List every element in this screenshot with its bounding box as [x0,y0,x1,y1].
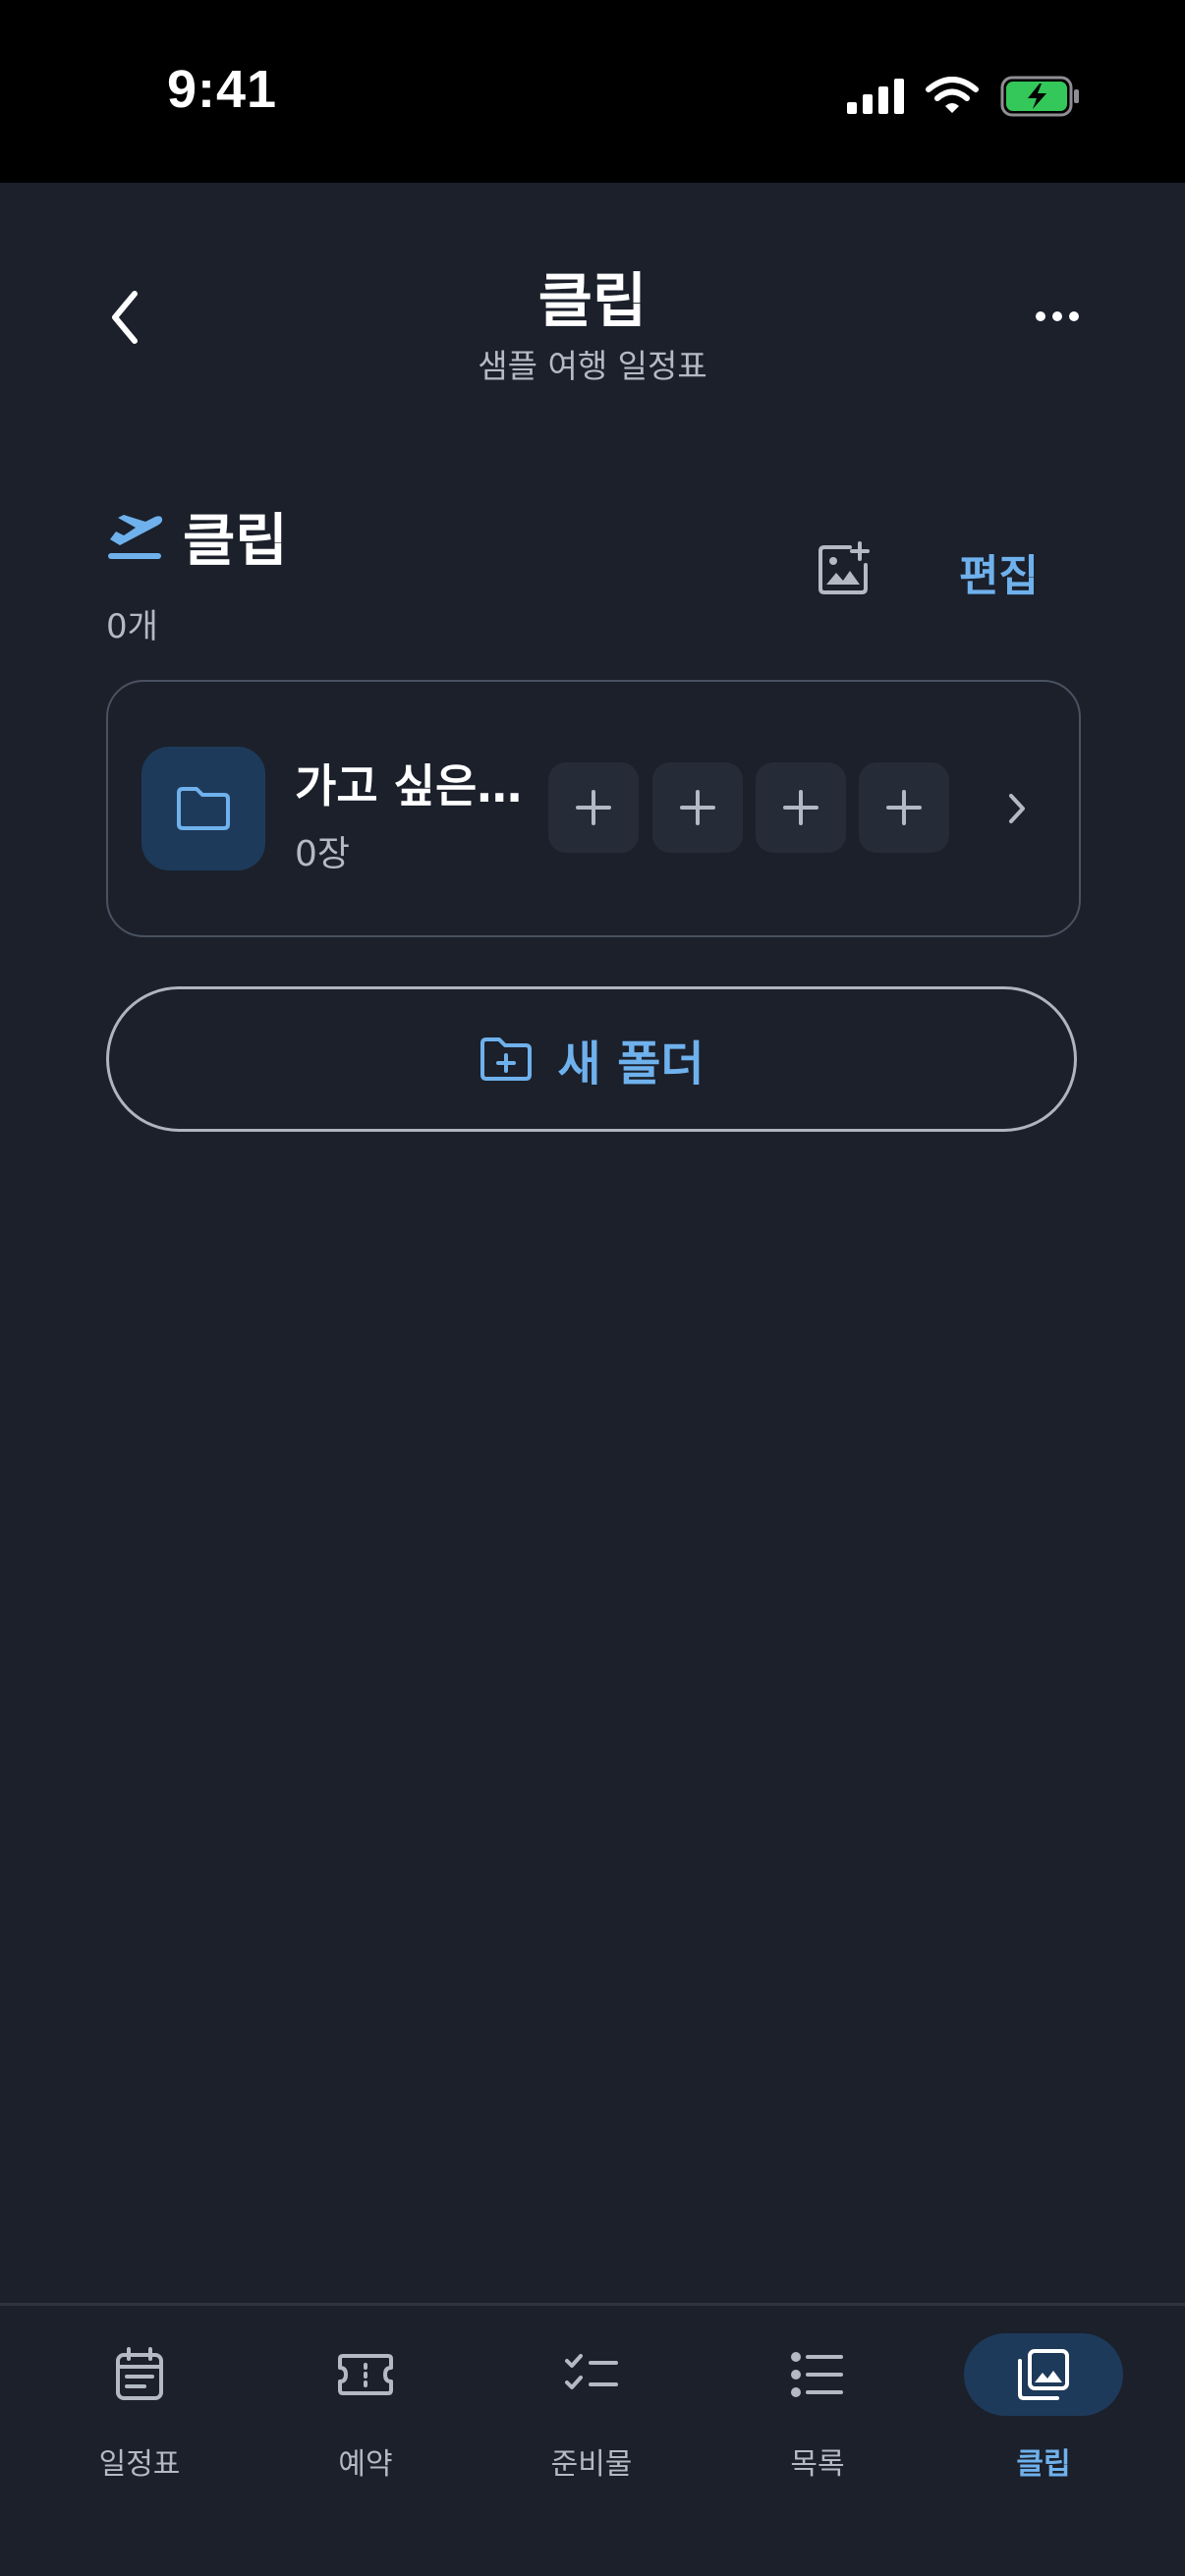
tab-label: 목록 [790,2447,845,2482]
tab-reservation[interactable]: 예약 [267,2306,464,2502]
add-photo-icon [818,541,870,594]
tab-packing-list[interactable]: 준비물 [493,2306,690,2502]
folder-photo-count: 0장 [295,834,351,874]
ticket-icon [338,2354,393,2395]
tab-clip[interactable]: 클립 [945,2306,1142,2502]
more-dot-icon [1069,311,1079,321]
folder-thumbnail [141,747,265,870]
plus-icon [576,790,611,825]
tab-label: 클립 [1016,2447,1071,2482]
section-heading: 클립 [106,501,288,574]
photo-library-icon [1018,2349,1069,2400]
wifi-icon [926,77,979,113]
tab-icon-wrap [738,2333,897,2416]
more-dot-icon [1036,311,1045,321]
folder-card[interactable]: 가고 싶은… 0장 [106,680,1081,937]
calendar-icon [116,2347,163,2400]
plus-icon [886,790,922,825]
tab-icon-wrap [512,2333,671,2416]
folder-plus-icon [480,1037,533,1081]
folder-icon [177,787,230,830]
add-photo-slot[interactable] [652,762,743,853]
tab-icon-wrap [286,2333,445,2416]
new-folder-label: 새 폴더 [557,1036,705,1092]
cellular-signal-icon [847,79,904,114]
battery-charging-icon [1000,76,1079,117]
folder-name: 가고 싶은… [295,759,523,812]
status-time: 9:41 [167,60,278,119]
page-subtitle: 샘플 여행 일정표 [478,347,707,385]
airplane-takeoff-icon [108,515,163,559]
section-title: 클립 [183,507,288,574]
bottom-tab-bar: 일정표 예약 준비물 목록 클립 [0,2303,1185,2576]
list-icon [791,2352,843,2397]
chevron-right-icon [1009,794,1025,823]
checklist-icon [565,2354,618,2389]
add-image-button[interactable] [812,536,876,601]
tab-label: 예약 [338,2447,393,2482]
page-title: 클립 [537,267,648,336]
status-bar: 9:41 [0,0,1185,183]
tab-label: 준비물 [550,2447,633,2482]
tab-icon-wrap [60,2333,219,2416]
tab-icon-wrap [964,2333,1123,2416]
app-header: 클립 샘플 여행 일정표 [0,183,1185,409]
plus-icon [783,790,818,825]
clip-count: 0개 [106,607,158,646]
status-icons [847,71,1081,122]
tab-list[interactable]: 목록 [719,2306,916,2502]
more-options-button[interactable] [1026,293,1089,340]
edit-button[interactable]: 편집 [959,540,1039,603]
new-folder-button[interactable]: 새 폴더 [106,986,1077,1132]
plus-icon [680,790,715,825]
tab-schedule[interactable]: 일정표 [41,2306,238,2502]
add-photo-slot[interactable] [548,762,639,853]
more-dot-icon [1052,311,1062,321]
folder-open-chevron[interactable] [992,784,1042,833]
tab-label: 일정표 [98,2447,181,2482]
add-photo-slot[interactable] [756,762,846,853]
add-photo-slot[interactable] [859,762,949,853]
